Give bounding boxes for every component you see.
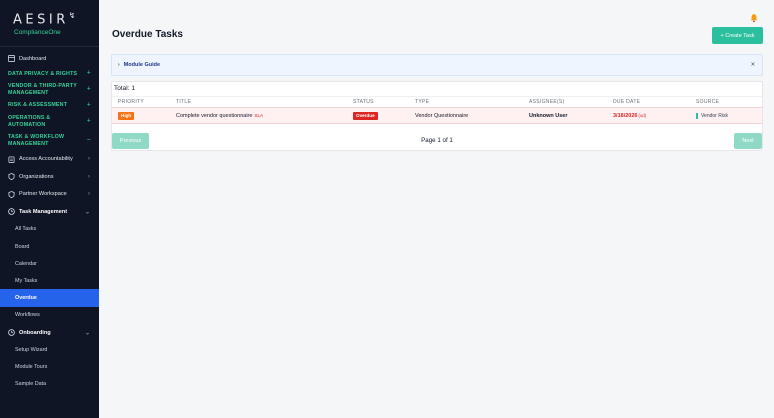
expand-icon: +: [86, 101, 91, 109]
column-header[interactable]: ASSIGNEE(S): [523, 96, 607, 108]
chevron-right-icon: ›: [88, 173, 90, 180]
table-header-row: PRIORITY TITLE STATUS TYPE ASSIGNEE(S) D…: [112, 96, 762, 108]
due-note: (od): [638, 112, 647, 118]
sidebar-subitem-workflows[interactable]: Workflows: [0, 307, 99, 324]
shield-icon: [8, 190, 15, 198]
shield-icon: [8, 173, 15, 181]
sidebar-item-label: Onboarding: [19, 329, 51, 336]
section-risk[interactable]: RISK & ASSESSMENT +: [0, 99, 99, 112]
sidebar-item-task-management[interactable]: Task Management ⌄: [0, 203, 99, 221]
sidebar-item-label: Task Management: [19, 208, 68, 215]
collapse-icon: −: [86, 136, 91, 144]
clock-icon: [8, 329, 15, 336]
sidebar-item-onboarding[interactable]: Onboarding ⌄: [0, 324, 99, 342]
priority-badge: High: [118, 111, 135, 120]
chevron-right-icon: ›: [88, 191, 90, 198]
sidebar: AESIR↯ ComplianceOne Dashboard DATA PRIV…: [0, 0, 99, 418]
task-title[interactable]: Complete vendor questionnaire: [176, 113, 252, 119]
sidebar-subitem-setup-wizard[interactable]: Setup Wizard: [0, 341, 99, 358]
chevron-down-icon: ⌄: [84, 209, 90, 216]
sidebar-subitem-sample-data[interactable]: Sample Data: [0, 376, 99, 393]
column-header[interactable]: PRIORITY: [112, 96, 170, 108]
sidebar-subitem-calendar[interactable]: Calendar: [0, 255, 99, 272]
column-header[interactable]: SOURCE: [690, 96, 762, 108]
expand-icon: +: [86, 117, 91, 125]
sidebar-item-organizations[interactable]: Organizations ›: [0, 168, 99, 186]
page-title: Overdue Tasks: [112, 29, 183, 40]
chevron-down-icon: ⌄: [84, 330, 90, 337]
sidebar-subitem-overdue[interactable]: Overdue: [0, 289, 99, 307]
clipboard-icon: [8, 156, 15, 163]
table-row[interactable]: High Complete vendor questionnaire SLA Ov…: [112, 107, 762, 124]
expand-icon: +: [86, 69, 91, 77]
dashboard-icon: [8, 55, 15, 63]
source-tag: Vendor Risk: [696, 112, 728, 119]
column-header[interactable]: DUE DATE: [607, 96, 690, 108]
task-assignee: Unknown User: [523, 107, 607, 124]
close-icon[interactable]: ×: [751, 62, 755, 69]
section-data-privacy[interactable]: DATA PRIVACY & RIGHTS +: [0, 68, 99, 81]
sidebar-nav: Dashboard DATA PRIVACY & RIGHTS + VENDOR …: [0, 47, 99, 393]
brand: AESIR↯ ComplianceOne: [0, 0, 99, 46]
chevron-right-icon: ›: [88, 156, 90, 163]
section-operations[interactable]: OPERATIONS & AUTOMATION +: [0, 112, 99, 131]
brand-mark: ↯: [68, 11, 76, 20]
column-header[interactable]: TYPE: [409, 96, 523, 108]
pagination: Previous Page 1 of 1 Next: [112, 133, 762, 149]
sidebar-subitem-module-tours[interactable]: Module Tours: [0, 359, 99, 376]
sidebar-subitem-my-tasks[interactable]: My Tasks: [0, 272, 99, 289]
sidebar-item-label: Access Accountability: [19, 156, 73, 163]
chevron-right-icon: ›: [118, 62, 120, 68]
main-content: Overdue Tasks + Create Task › Module Gui…: [99, 0, 774, 418]
section-vendor[interactable]: VENDOR & THIRD-PARTY MANAGEMENT +: [0, 80, 99, 99]
notification-bell-icon[interactable]: [749, 10, 759, 23]
total-count: Total: 1: [114, 85, 135, 92]
clock-icon: [8, 208, 15, 216]
module-guide-banner[interactable]: › Module Guide ×: [111, 54, 763, 76]
sidebar-item-label: Organizations: [19, 173, 54, 180]
sidebar-item-label: Partner Workspace: [19, 191, 67, 198]
tasks-table-card: Total: 1 PRIORITY TITLE STATUS TYPE ASSI…: [111, 81, 763, 151]
page-info: Page 1 of 1: [421, 137, 453, 144]
create-task-button[interactable]: + Create Task: [712, 27, 763, 44]
module-guide-label: Module Guide: [123, 62, 161, 68]
expand-icon: +: [86, 85, 91, 93]
brand-product: ComplianceOne: [14, 29, 61, 37]
sla-badge: SLA: [254, 112, 264, 118]
next-page-button[interactable]: Next: [734, 133, 762, 149]
due-date: 3/18/2026: [613, 112, 638, 119]
task-type: Vendor Questionnaire: [409, 107, 523, 124]
brand-logo[interactable]: AESIR↯: [13, 9, 99, 27]
section-task-workflow[interactable]: TASK & WORKFLOW MANAGEMENT −: [0, 131, 99, 150]
status-badge: Overdue: [353, 111, 378, 120]
sidebar-subitem-all-tasks[interactable]: All Tasks: [0, 221, 99, 238]
tasks-table: PRIORITY TITLE STATUS TYPE ASSIGNEE(S) D…: [112, 96, 762, 124]
sidebar-item-label: Dashboard: [19, 55, 47, 62]
sidebar-item-access-accountability[interactable]: Access Accountability ›: [0, 150, 99, 168]
sidebar-item-dashboard[interactable]: Dashboard: [0, 50, 99, 68]
sidebar-item-partner-workspace[interactable]: Partner Workspace ›: [0, 186, 99, 204]
column-header[interactable]: STATUS: [347, 96, 409, 108]
column-header[interactable]: TITLE: [170, 96, 347, 108]
sidebar-subitem-board[interactable]: Board: [0, 238, 99, 255]
